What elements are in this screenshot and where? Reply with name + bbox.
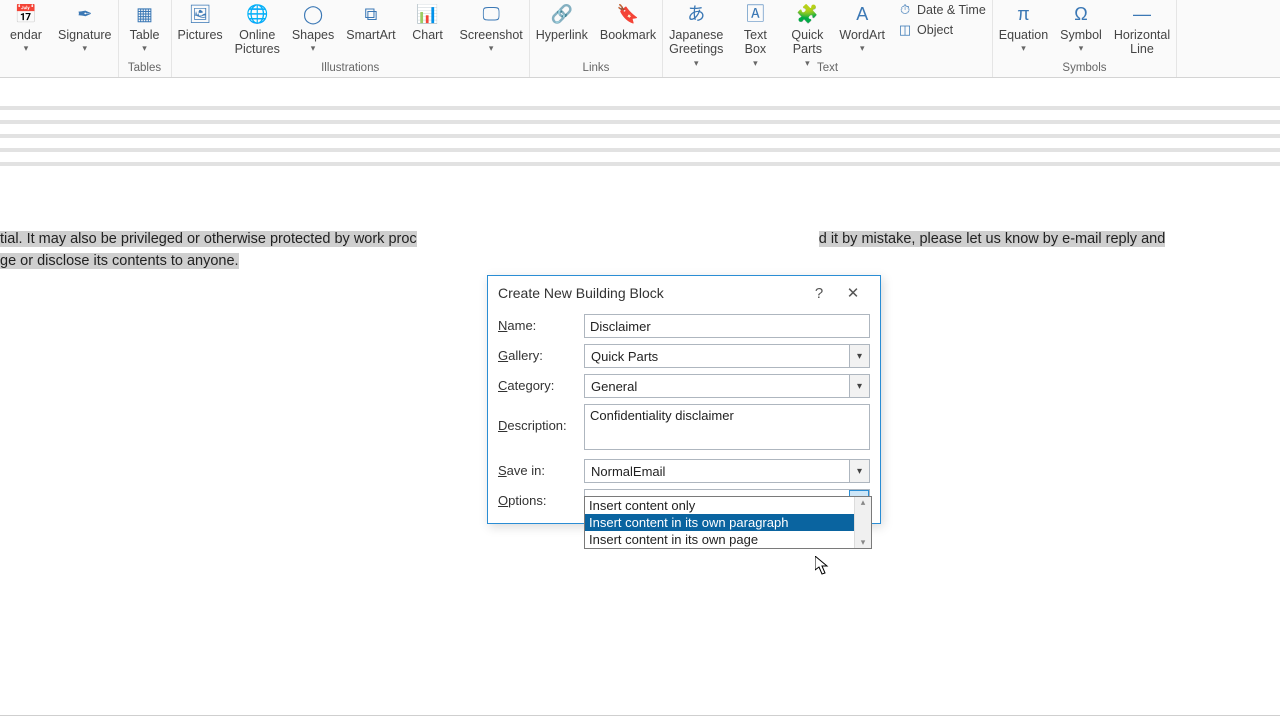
- cursor-icon: [815, 556, 829, 576]
- ribbon-group-label: Links: [583, 60, 610, 77]
- dialog-body: Name: Gallery: Quick Parts▾ Category: Ge…: [488, 310, 880, 523]
- options-dropdown-list[interactable]: Insert content onlyInsert content in its…: [584, 496, 872, 549]
- options-dropdown-item[interactable]: Insert content in its own paragraph: [585, 514, 871, 531]
- savein-combo[interactable]: NormalEmail▾: [584, 459, 870, 483]
- pictures-icon: 🖼: [188, 2, 212, 26]
- equation-button[interactable]: πEquation▾: [999, 2, 1048, 54]
- shapes-button[interactable]: ◯Shapes▾: [292, 2, 334, 54]
- description-field[interactable]: [584, 404, 870, 450]
- horizontal-line-icon: —: [1130, 2, 1154, 26]
- label-category: Category:: [498, 374, 584, 393]
- pictures-button[interactable]: 🖼Pictures: [178, 2, 223, 42]
- close-button[interactable]: ✕: [836, 284, 870, 302]
- chevron-down-icon: ▾: [805, 58, 810, 68]
- label-options: Options:: [498, 489, 584, 508]
- signature-icon: ✒: [73, 2, 97, 26]
- ribbon-group: 🔗Hyperlink 🔖Bookmark Links: [530, 0, 663, 77]
- paragraph-guides: [0, 96, 1280, 176]
- ribbon-group-label: Illustrations: [321, 60, 379, 77]
- label-description: Description:: [498, 404, 584, 433]
- chevron-down-icon[interactable]: ▾: [849, 345, 869, 367]
- chevron-down-icon: ▾: [1079, 43, 1084, 53]
- wordart-icon: A: [850, 2, 874, 26]
- table-icon: ▦: [133, 2, 157, 26]
- hyperlink-button[interactable]: 🔗Hyperlink: [536, 2, 588, 42]
- chevron-down-icon[interactable]: ▾: [849, 460, 869, 482]
- chevron-down-icon: ▾: [311, 43, 316, 53]
- table-button[interactable]: ▦Table▾: [125, 2, 165, 54]
- text-box-icon: 🄰: [743, 2, 767, 26]
- japanese-greetings-icon: あ: [684, 2, 708, 26]
- hyperlink-icon: 🔗: [550, 2, 574, 26]
- online-pictures-button[interactable]: 🌐OnlinePictures: [235, 2, 280, 57]
- symbol-button[interactable]: ΩSymbol▾: [1060, 2, 1102, 54]
- dialog-title: Create New Building Block: [498, 285, 802, 301]
- chevron-down-icon: ▾: [1021, 43, 1026, 53]
- options-dropdown-item[interactable]: Insert content only: [585, 497, 871, 514]
- ribbon-group-label: Text: [817, 60, 838, 77]
- selected-text: tial. It may also be privileged or other…: [0, 228, 1280, 273]
- wordart-button[interactable]: AWordArt▾: [839, 2, 885, 54]
- smartart-button[interactable]: ⧉SmartArt: [346, 2, 395, 42]
- dialog-titlebar[interactable]: Create New Building Block ? ✕: [488, 276, 880, 310]
- document-area: tial. It may also be privileged or other…: [0, 78, 1280, 720]
- gallery-combo[interactable]: Quick Parts▾: [584, 344, 870, 368]
- name-field[interactable]: [584, 314, 870, 338]
- create-building-block-dialog: Create New Building Block ? ✕ Name: Gall…: [487, 275, 881, 524]
- ribbon-group: πEquation▾ ΩSymbol▾ —HorizontalLine Symbols: [993, 0, 1177, 77]
- calendar-button[interactable]: 📅endar▾: [6, 2, 46, 54]
- ribbon-group: ▦Table▾ Tables: [119, 0, 172, 77]
- selection-line1-left: tial. It may also be privileged or other…: [0, 231, 417, 247]
- chevron-down-icon: ▾: [24, 43, 29, 53]
- ribbon-group: 📅endar▾ ✒Signature▾: [0, 0, 119, 77]
- label-gallery: Gallery:: [498, 344, 584, 363]
- chevron-down-icon[interactable]: ▾: [849, 375, 869, 397]
- chevron-down-icon: ▾: [142, 43, 147, 53]
- quick-parts-icon: 🧩: [795, 2, 819, 26]
- online-pictures-icon: 🌐: [245, 2, 269, 26]
- chevron-down-icon: ▾: [82, 43, 87, 53]
- category-combo[interactable]: General▾: [584, 374, 870, 398]
- text-box-button[interactable]: 🄰TextBox▾: [735, 2, 775, 68]
- calendar-icon: 📅: [14, 2, 38, 26]
- ribbon: 📅endar▾ ✒Signature▾ ▦Table▾ Tables 🖼Pictures…: [0, 0, 1280, 78]
- selection-line1-right: d it by mistake, please let us know by e…: [819, 231, 1166, 247]
- options-dropdown-item[interactable]: Insert content in its own page: [585, 531, 871, 548]
- label-savein: Save in:: [498, 459, 584, 478]
- date-time-button[interactable]: ⏱Date & Time: [897, 2, 986, 18]
- object-button[interactable]: ◫Object: [897, 22, 986, 38]
- selection-line2: ge or disclose its contents to anyone.: [0, 253, 239, 269]
- quick-parts-button[interactable]: 🧩QuickParts▾: [787, 2, 827, 68]
- label-name: Name:: [498, 314, 584, 333]
- chevron-down-icon: ▾: [860, 43, 865, 53]
- chart-button[interactable]: 📊Chart: [408, 2, 448, 42]
- chevron-down-icon: ▾: [489, 43, 494, 53]
- page-divider: [0, 715, 1280, 716]
- bookmark-icon: 🔖: [616, 2, 640, 26]
- bookmark-button[interactable]: 🔖Bookmark: [600, 2, 656, 42]
- screenshot-button[interactable]: 🖵Screenshot▾: [460, 2, 523, 54]
- dropdown-scrollbar[interactable]: ▴▾: [854, 497, 871, 548]
- chevron-down-icon: ▾: [753, 58, 758, 68]
- symbol-icon: Ω: [1069, 2, 1093, 26]
- smartart-icon: ⧉: [359, 2, 383, 26]
- date-time-icon: ⏱: [897, 2, 913, 18]
- ribbon-group-label: Tables: [128, 60, 161, 77]
- ribbon-group: 🖼Pictures 🌐OnlinePictures ◯Shapes▾ ⧉SmartAr…: [172, 0, 530, 77]
- object-icon: ◫: [897, 22, 913, 38]
- horizontal-line-button[interactable]: —HorizontalLine: [1114, 2, 1170, 57]
- help-button[interactable]: ?: [802, 285, 836, 302]
- ribbon-group-label: Symbols: [1062, 60, 1106, 77]
- chart-icon: 📊: [416, 2, 440, 26]
- equation-icon: π: [1011, 2, 1035, 26]
- chevron-down-icon: ▾: [694, 58, 699, 68]
- signature-button[interactable]: ✒Signature▾: [58, 2, 112, 54]
- shapes-icon: ◯: [301, 2, 325, 26]
- japanese-greetings-button[interactable]: あJapaneseGreetings▾: [669, 2, 723, 68]
- ribbon-group: あJapaneseGreetings▾ 🄰TextBox▾ 🧩QuickParts▾…: [663, 0, 993, 77]
- screenshot-icon: 🖵: [479, 2, 503, 26]
